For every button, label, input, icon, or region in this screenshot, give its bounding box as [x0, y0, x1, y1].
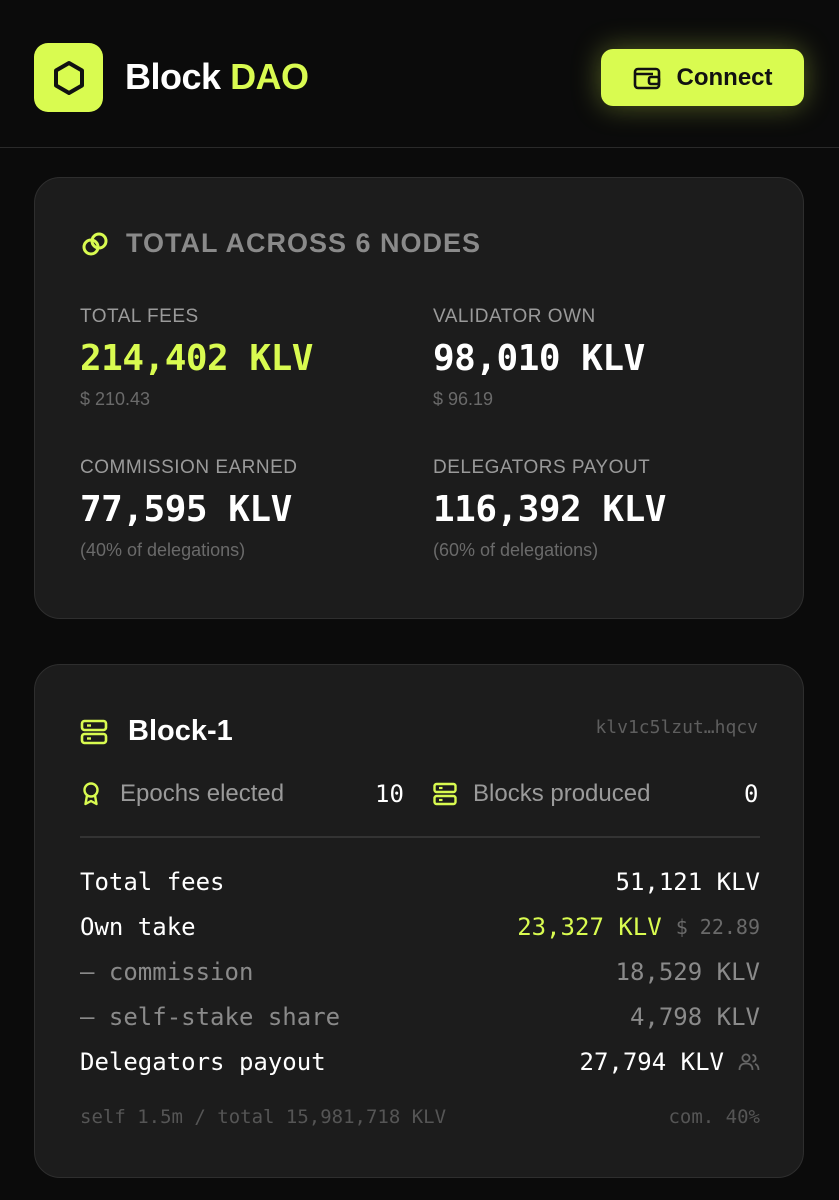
link-icon — [82, 232, 108, 255]
stat-total-fees: TOTAL FEES 214,402 KLV $ 210.43 — [80, 306, 313, 410]
node-footer: self 1.5m / total 15,981,718 KLV com. 40… — [80, 1106, 760, 1128]
metric-value: 10 — [375, 780, 404, 808]
row-value: 18,529 KLV — [615, 958, 761, 986]
stat-label: VALIDATOR OWN — [433, 306, 596, 327]
stat-label: TOTAL FEES — [80, 306, 199, 327]
row-value: 4,798 KLV — [629, 1003, 760, 1031]
stat-value: 98,010 KLV — [433, 338, 645, 379]
server-icon — [433, 782, 457, 806]
wallet-icon — [633, 67, 660, 89]
divider — [80, 836, 760, 838]
row-label: — commission — [80, 958, 254, 986]
award-icon — [83, 782, 99, 806]
row-total-fees: Total fees 51,121 KLV — [80, 866, 760, 898]
metric-label: Blocks produced — [473, 780, 651, 807]
metric-value: 0 — [744, 780, 759, 808]
row-label: Own take — [80, 913, 196, 941]
logo[interactable] — [34, 43, 103, 112]
row-value: 27,794 KLV — [579, 1048, 725, 1076]
row-label: — self-stake share — [80, 1003, 341, 1031]
brand-accent: DAO — [230, 56, 309, 97]
row-label: Delegators payout — [80, 1048, 326, 1076]
node-name: Block-1 — [128, 715, 233, 747]
row-delegators-payout: Delegators payout 27,794 KLV — [80, 1046, 760, 1078]
totals-title: TOTAL ACROSS 6 NODES — [80, 228, 481, 259]
row-value-group: 23,327 KLV $ 22.89 — [517, 913, 760, 941]
stat-delegators-payout: DELEGATORS PAYOUT 116,392 KLV (60% of de… — [433, 457, 666, 561]
totals-card: TOTAL ACROSS 6 NODES TOTAL FEES 214,402 … — [34, 177, 804, 619]
commission-rate: com. 40% — [668, 1106, 760, 1128]
users-icon[interactable] — [738, 1052, 760, 1072]
row-value: 51,121 KLV — [615, 868, 761, 896]
app-header: Block DAO Connect — [0, 0, 839, 148]
stat-value: 214,402 KLV — [80, 338, 313, 379]
stat-label: DELEGATORS PAYOUT — [433, 457, 651, 478]
connect-label: Connect — [676, 63, 773, 91]
stake-summary: self 1.5m / total 15,981,718 KLV — [80, 1106, 447, 1128]
stat-commission-earned: COMMISSION EARNED 77,595 KLV (40% of del… — [80, 457, 298, 561]
brand-primary: Block — [125, 56, 221, 97]
row-own-take: Own take 23,327 KLV $ 22.89 — [80, 911, 760, 943]
brand-title: Block DAO — [125, 56, 309, 98]
row-commission: — commission 18,529 KLV — [80, 956, 760, 988]
row-value-group: 27,794 KLV — [580, 1048, 761, 1076]
stat-value: 116,392 KLV — [433, 489, 666, 530]
metric-blocks-produced: Blocks produced — [433, 780, 650, 808]
node-card[interactable]: Block-1 klv1c5lzut…hqcv Epochs elected 1… — [34, 664, 804, 1178]
stat-sub: $ 96.19 — [433, 389, 494, 409]
stat-sub: (60% of delegations) — [433, 540, 599, 560]
node-header: Block-1 — [80, 715, 233, 748]
stat-validator-own: VALIDATOR OWN 98,010 KLV $ 96.19 — [433, 306, 645, 410]
stat-value: 77,595 KLV — [80, 489, 292, 530]
totals-title-text: TOTAL ACROSS 6 NODES — [126, 228, 482, 258]
row-usd: $ 22.89 — [675, 915, 760, 939]
server-icon — [80, 719, 108, 744]
row-label: Total fees — [80, 868, 225, 896]
node-address[interactable]: klv1c5lzut…hqcv — [595, 717, 758, 738]
row-self-stake-share: — self-stake share 4,798 KLV — [80, 1001, 760, 1033]
stat-sub: (40% of delegations) — [80, 540, 246, 560]
row-value: 23,327 KLV — [517, 913, 662, 941]
stat-label: COMMISSION EARNED — [80, 457, 298, 478]
stat-sub: $ 210.43 — [80, 389, 151, 409]
metric-label: Epochs elected — [120, 780, 285, 807]
metric-epochs-elected: Epochs elected — [80, 780, 284, 808]
connect-wallet-button[interactable]: Connect — [601, 49, 804, 106]
hexagon-icon — [53, 60, 84, 95]
